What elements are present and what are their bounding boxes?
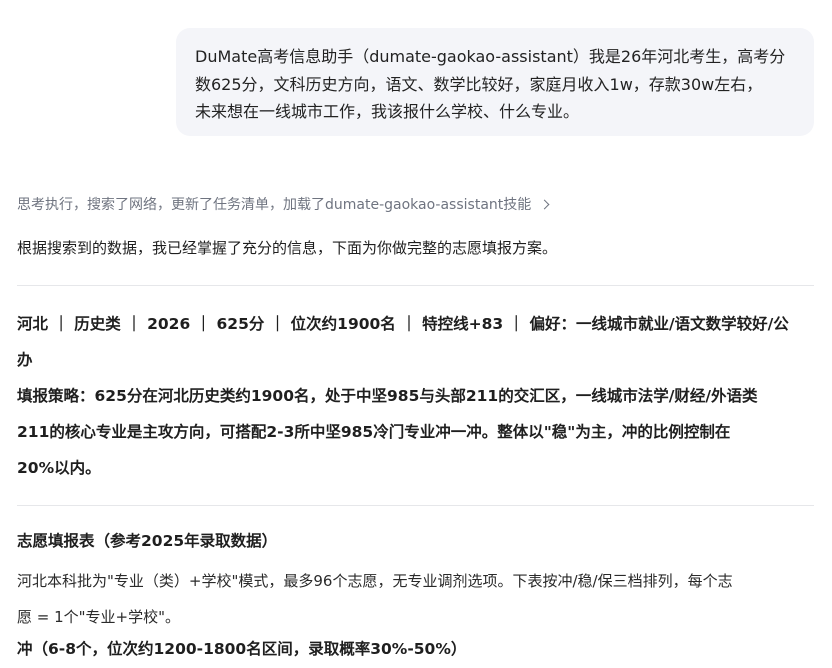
tier-chong-title: 冲（6-8个，位次约1200-1800名区间，录取概率30%-50%） [17, 640, 467, 658]
thinking-summary-text: 思考执行，搜索了网络，更新了任务清单，加载了dumate-gaokao-assi… [17, 197, 532, 213]
profile-line: 办 [17, 351, 33, 369]
divider [17, 285, 814, 286]
divider [17, 505, 814, 506]
plan-summary: 河北 ｜ 历史类 ｜ 2026 ｜ 625分 ｜ 位次约1900名 ｜ 特控线+… [17, 306, 817, 486]
table-section-title: 志愿填报表（参考2025年录取数据） [17, 532, 278, 550]
thinking-summary-toggle[interactable]: 思考执行，搜索了网络，更新了任务清单，加载了dumate-gaokao-assi… [17, 194, 550, 214]
strategy-line: 20%以内。 [17, 459, 101, 477]
chevron-right-icon [539, 199, 550, 209]
strategy-line: 填报策略：625分在河北历史类约1900名，处于中坚985与头部211的交汇区，… [17, 387, 758, 405]
table-description-line: 河北本科批为"专业（类）+学校"模式，最多96个志愿，无专业调剂选项。下表按冲/… [17, 572, 733, 590]
user-message-bubble: DuMate高考信息助手（dumate-gaokao-assistant）我是2… [176, 28, 814, 136]
assistant-intro-text: 根据搜索到的数据，我已经掌握了充分的信息，下面为你做完整的志愿填报方案。 [17, 239, 558, 257]
table-description: 河北本科批为"专业（类）+学校"模式，最多96个志愿，无专业调剂选项。下表按冲/… [17, 563, 817, 635]
user-message-line: 数625分，文科历史方向，语文、数学比较好，家庭月收入1w，存款30w左右， [195, 74, 763, 94]
table-description-line: 愿 = 1个"专业+学校"。 [17, 608, 181, 626]
profile-line: 河北 ｜ 历史类 ｜ 2026 ｜ 625分 ｜ 位次约1900名 ｜ 特控线+… [17, 315, 789, 333]
user-message-line: 未来想在一线城市工作，我该报什么学校、什么专业。 [195, 102, 580, 121]
strategy-line: 211的核心专业是主攻方向，可搭配2-3所中坚985冷门专业冲一冲。整体以"稳"… [17, 423, 731, 441]
user-message-line: DuMate高考信息助手（dumate-gaokao-assistant）我是2… [195, 47, 786, 66]
